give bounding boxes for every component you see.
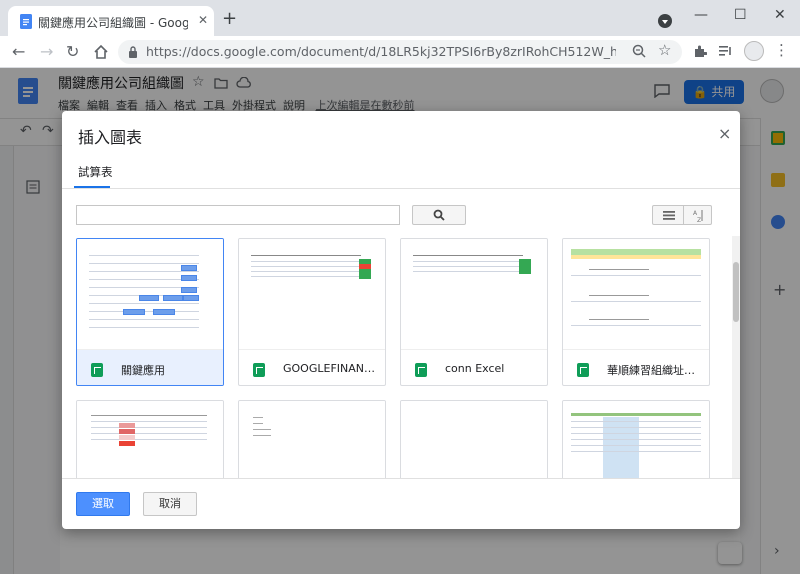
list-view-icon (663, 211, 675, 220)
file-card[interactable]: conn Excel (400, 238, 548, 386)
tab-spreadsheet[interactable]: 試算表 (78, 164, 113, 180)
dialog-title: 插入圖表 (78, 128, 143, 147)
cancel-button[interactable]: 取消 (143, 492, 197, 516)
window-close-button[interactable]: ✕ (774, 8, 786, 22)
tab-close-icon[interactable]: ✕ (198, 14, 208, 26)
file-card-footer: 關鍵應用 (77, 349, 223, 385)
list-view-button[interactable] (652, 205, 684, 225)
maximize-button[interactable]: ☐ (734, 8, 747, 22)
minimize-button[interactable]: — (694, 8, 708, 22)
dialog-close-icon[interactable]: × (718, 124, 731, 143)
file-card[interactable] (562, 400, 710, 478)
new-tab-button[interactable]: + (222, 10, 237, 28)
bookmark-star-icon[interactable]: ☆ (658, 43, 671, 58)
back-icon[interactable]: ← (12, 44, 25, 60)
file-card[interactable] (76, 400, 224, 478)
search-icon (433, 209, 445, 221)
sheets-icon (577, 363, 589, 377)
scrollbar-thumb[interactable] (733, 262, 739, 322)
sheets-icon (415, 363, 427, 377)
file-thumbnail (77, 239, 223, 349)
url-text: https://docs.google.com/document/d/18LR5… (146, 44, 616, 59)
sort-icon: AZ (693, 210, 703, 223)
home-icon[interactable] (93, 44, 109, 60)
file-thumbnail (239, 401, 385, 478)
file-thumbnail (401, 401, 547, 478)
search-input[interactable] (76, 205, 400, 225)
file-thumbnail (401, 239, 547, 349)
file-card[interactable]: 華順練習組織址奎... (562, 238, 710, 386)
svg-text:A: A (693, 210, 698, 217)
select-button[interactable]: 選取 (76, 492, 130, 516)
extensions-puzzle-icon[interactable] (693, 44, 707, 58)
lock-icon (129, 46, 137, 58)
file-card[interactable] (238, 400, 386, 478)
reload-icon[interactable]: ↻ (66, 44, 79, 60)
sort-button[interactable]: AZ (684, 205, 712, 225)
file-grid: 關鍵應用 GOOGLEFINANCE D... c (62, 236, 738, 478)
file-thumbnail (563, 401, 709, 478)
file-thumbnail (77, 401, 223, 478)
file-thumbnail (239, 239, 385, 349)
sheets-icon (253, 363, 265, 377)
file-card[interactable]: 關鍵應用 (76, 238, 224, 386)
docs-tab-icon (20, 14, 32, 29)
zoom-icon[interactable] (632, 44, 646, 58)
browser-menu-icon[interactable]: ⋮ (774, 43, 789, 58)
file-name: GOOGLEFINANCE D... (283, 362, 379, 375)
file-card[interactable] (400, 400, 548, 478)
dialog-footer-divider (62, 478, 740, 479)
dialog-divider (62, 188, 740, 189)
file-card-footer: 華順練習組織址奎... (563, 349, 709, 385)
file-card-footer: GOOGLEFINANCE D... (239, 349, 385, 385)
file-name: 關鍵應用 (121, 364, 165, 377)
file-card[interactable]: GOOGLEFINANCE D... (238, 238, 386, 386)
file-name: conn Excel (445, 362, 505, 375)
file-thumbnail (563, 239, 709, 349)
search-button[interactable] (412, 205, 466, 225)
media-control-icon[interactable] (718, 44, 734, 58)
profile-avatar[interactable] (744, 41, 764, 61)
forward-icon[interactable]: → (40, 44, 53, 60)
profile-menu-icon[interactable] (658, 14, 672, 28)
sheets-icon (91, 363, 103, 377)
file-card-footer: conn Excel (401, 349, 547, 385)
file-name: 華順練習組織址奎... (607, 364, 703, 377)
browser-tab[interactable]: 關鍵應用公司組織圖 - Google 文 ✕ (8, 6, 214, 36)
svg-text:Z: Z (697, 217, 701, 223)
tab-title: 關鍵應用公司組織圖 - Google 文 (38, 16, 188, 30)
